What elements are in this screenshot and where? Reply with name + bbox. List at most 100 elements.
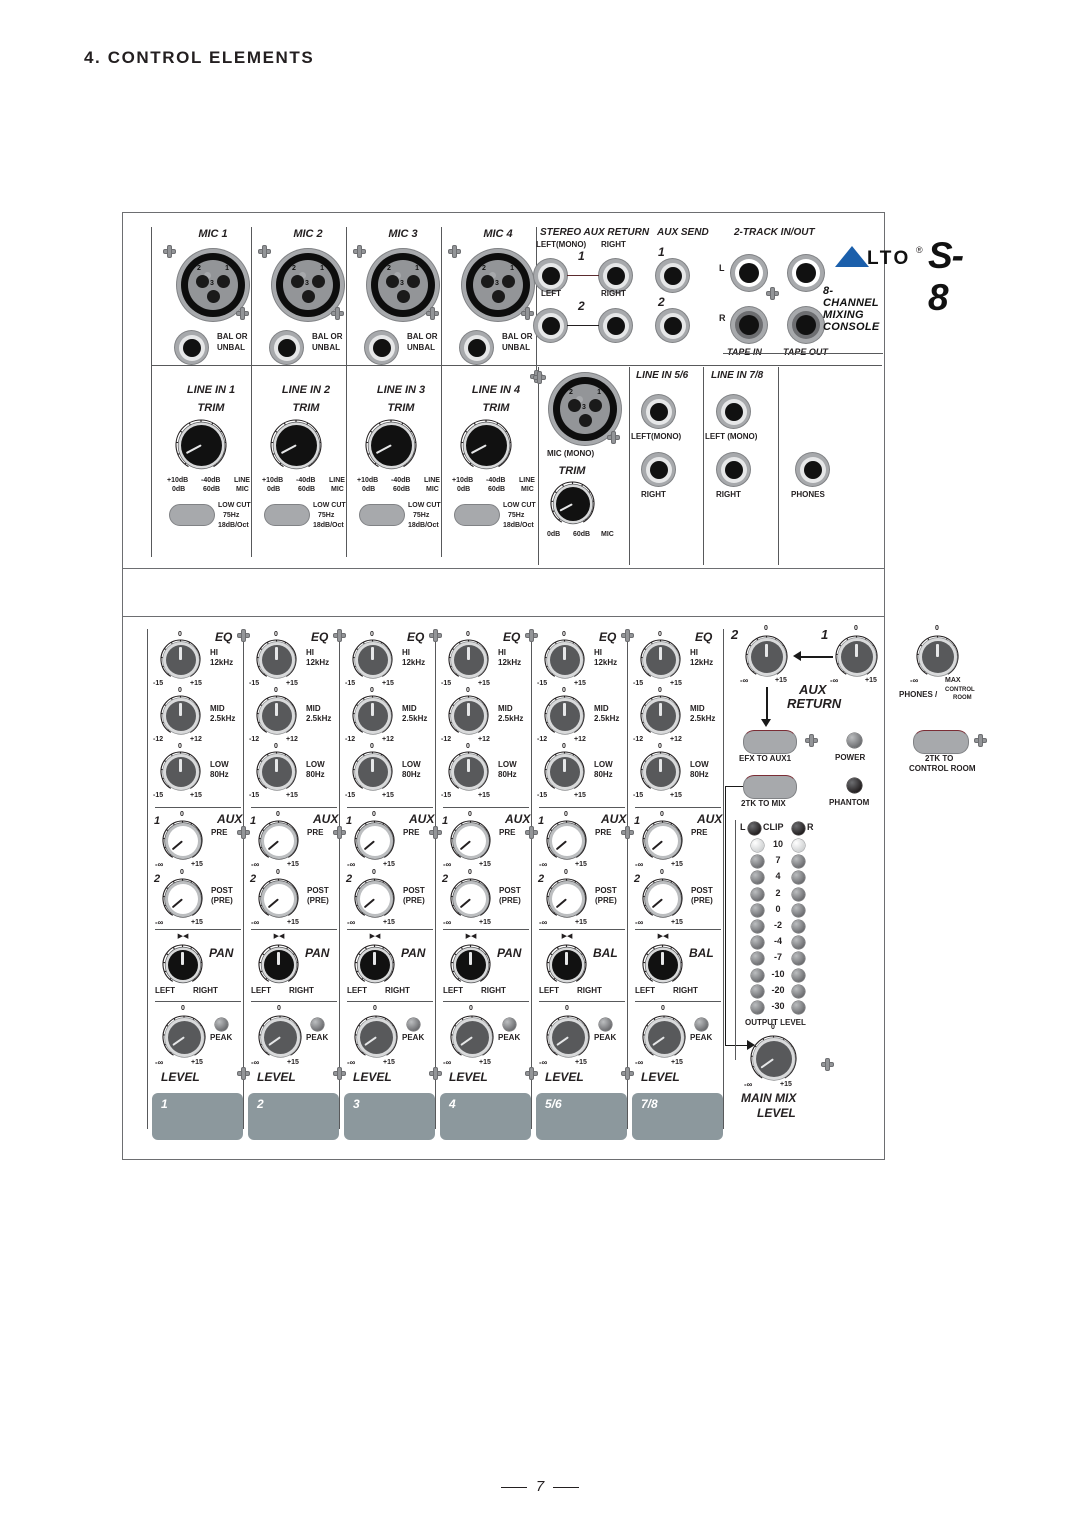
level-knob-5/6[interactable] (546, 1015, 590, 1059)
eq-mid-knob-2[interactable] (256, 695, 297, 736)
eq-hi-knob-5/6[interactable] (544, 639, 585, 680)
eq-mid-knob-1[interactable] (160, 695, 201, 736)
level-knob-1[interactable] (162, 1015, 206, 1059)
channel-plate-3[interactable]: 3 (344, 1093, 435, 1140)
eq-mid-knob-3[interactable] (352, 695, 393, 736)
level-knob-3[interactable] (354, 1015, 398, 1059)
aux2-knob-1[interactable] (162, 878, 203, 919)
tape-in-l-jack[interactable] (731, 255, 767, 291)
line-jack-4[interactable] (460, 331, 493, 364)
aux-mode-label: PRE (403, 828, 420, 837)
meter-left-label: L (740, 822, 746, 832)
aux1-knob-2[interactable] (258, 820, 299, 861)
trim-scale: -40dB (391, 477, 411, 484)
low-cut-button-2[interactable] (264, 504, 310, 526)
divider (443, 807, 529, 808)
aux-return-2-num: 2 (578, 299, 585, 313)
aux2-knob-7/8[interactable] (642, 878, 683, 919)
eq-low-knob-2[interactable] (256, 751, 297, 792)
aux-return-2-left-jack[interactable] (534, 309, 567, 342)
line-in-56-right-jack[interactable] (642, 453, 675, 486)
efx-to-aux1-button[interactable] (743, 730, 797, 754)
eq-mid-knob-7/8[interactable] (640, 695, 681, 736)
bal-knob-5/6[interactable] (546, 944, 587, 985)
line-in-78-right-jack[interactable] (717, 453, 750, 486)
channel-plate-2[interactable]: 2 (248, 1093, 339, 1140)
aux2-knob-3[interactable] (354, 878, 395, 919)
mono-trim-knob[interactable] (550, 481, 595, 526)
pan-knob-3[interactable] (354, 944, 395, 985)
channel-plate-4[interactable]: 4 (440, 1093, 531, 1140)
pan-knob-4[interactable] (450, 944, 491, 985)
channel-plate-7/8[interactable]: 7/8 (632, 1093, 723, 1140)
eq-hi-knob-3[interactable] (352, 639, 393, 680)
aux-send-1-jack[interactable] (656, 259, 689, 292)
tape-out-r-jack[interactable] (788, 307, 824, 343)
level-center-label: 0 (661, 1005, 665, 1012)
trim-knob-4[interactable] (460, 419, 512, 471)
eq-low-knob-5/6[interactable] (544, 751, 585, 792)
phones-control-room-knob[interactable] (916, 635, 959, 678)
aux2-knob-2[interactable] (258, 878, 299, 919)
eq-low-knob-7/8[interactable] (640, 751, 681, 792)
aux-return-1-knob[interactable] (835, 635, 878, 678)
level-knob-2[interactable] (258, 1015, 302, 1059)
bal-knob-7/8[interactable] (642, 944, 683, 985)
aux1-knob-1[interactable] (162, 820, 203, 861)
aux-send-2-jack[interactable] (656, 309, 689, 342)
level-knob-7/8[interactable] (642, 1015, 686, 1059)
line-jack-3[interactable] (365, 331, 398, 364)
aux1-knob-3[interactable] (354, 820, 395, 861)
line-jack-2[interactable] (270, 331, 303, 364)
trim-scale: +10dB (262, 477, 284, 484)
aux-min-label: -∞ (635, 918, 644, 927)
trim-title-3: TRIM (387, 402, 415, 414)
aux1-knob-7/8[interactable] (642, 820, 683, 861)
aux2-knob-4[interactable] (450, 878, 491, 919)
aux1-knob-5/6[interactable] (546, 820, 587, 861)
low-cut-button-4[interactable] (454, 504, 500, 526)
line-in-56-left-jack[interactable] (642, 395, 675, 428)
low-cut-button-3[interactable] (359, 504, 405, 526)
eq-low-knob-3[interactable] (352, 751, 393, 792)
line-in-title-3: LINE IN 3 (376, 384, 426, 396)
2tk-to-mix-button[interactable] (743, 775, 797, 799)
mono-trim-title: TRIM (558, 465, 586, 477)
eq-hi-knob-4[interactable] (448, 639, 489, 680)
tape-out-l-jack[interactable] (788, 255, 824, 291)
line-in-78-left-jack[interactable] (717, 395, 750, 428)
trim-knob-3[interactable] (365, 419, 417, 471)
channel-plate-5/6[interactable]: 5/6 (536, 1093, 627, 1140)
aux-return-1-left-jack[interactable] (534, 259, 567, 292)
eq-low-knob-1[interactable] (160, 751, 201, 792)
pan-knob-2[interactable] (258, 944, 299, 985)
pan-center-icon: ▶◀ (273, 933, 285, 940)
tape-in-r-jack[interactable] (731, 307, 767, 343)
main-mix-level-knob[interactable] (750, 1035, 797, 1082)
aux2-knob-5/6[interactable] (546, 878, 587, 919)
phones-jack[interactable] (796, 453, 829, 486)
2tk-to-control-room-button[interactable] (913, 730, 969, 754)
eq-hi-knob-1[interactable] (160, 639, 201, 680)
eq-mid-knob-4[interactable] (448, 695, 489, 736)
pan-knob-1[interactable] (162, 944, 203, 985)
trim-knob-1[interactable] (175, 419, 227, 471)
low-cut-button-1[interactable] (169, 504, 215, 526)
trim-knob-2[interactable] (270, 419, 322, 471)
eq-min-label: -15 (441, 680, 452, 687)
xlr-face: 1 2 3 (188, 260, 238, 310)
eq-low-knob-4[interactable] (448, 751, 489, 792)
eq-mid-knob-5/6[interactable] (544, 695, 585, 736)
aux-return-1-right-jack[interactable] (599, 259, 632, 292)
aux1-knob-4[interactable] (450, 820, 491, 861)
line-jack-1[interactable] (175, 331, 208, 364)
aux-center-label: 0 (180, 869, 184, 876)
aux-return-2-knob[interactable] (745, 635, 788, 678)
aux-return-2-right-jack[interactable] (599, 309, 632, 342)
eq-hi-knob-7/8[interactable] (640, 639, 681, 680)
level-knob-4[interactable] (450, 1015, 494, 1059)
channel-plate-1[interactable]: 1 (152, 1093, 243, 1140)
divider (251, 227, 252, 557)
eq-hi-knob-2[interactable] (256, 639, 297, 680)
aux-max-label: +15 (287, 861, 299, 868)
